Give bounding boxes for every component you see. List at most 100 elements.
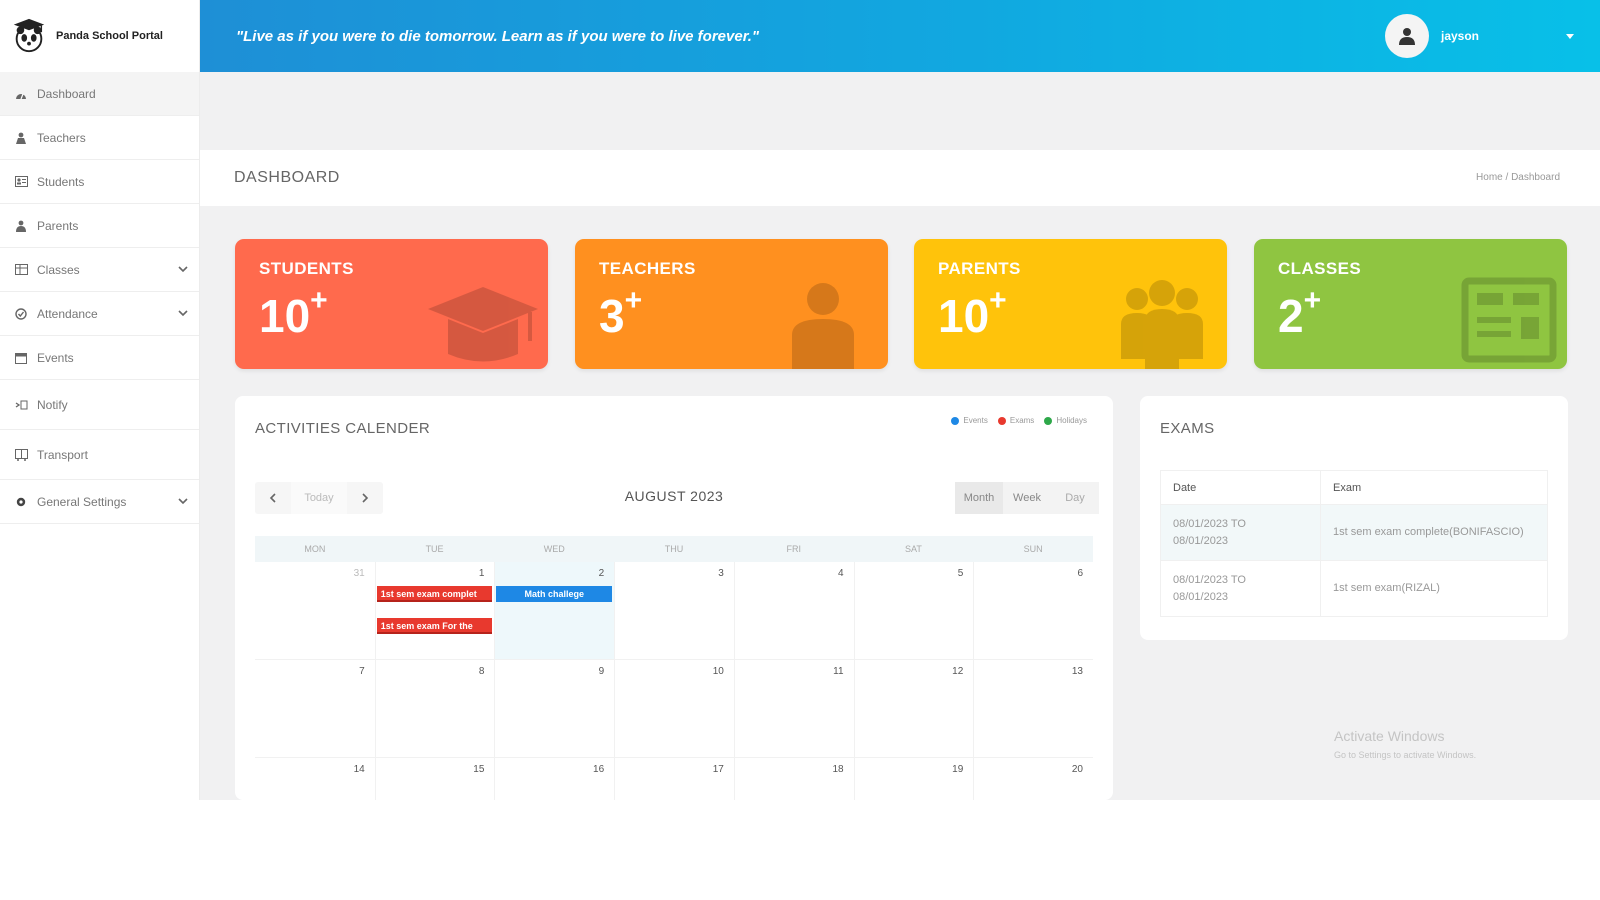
calendar-day-cell[interactable]: 5 bbox=[853, 562, 974, 659]
exam-event[interactable]: 1st sem exam complet bbox=[376, 586, 493, 602]
calendar-day-cell-today[interactable]: 2 bbox=[494, 562, 615, 659]
calendar-day-cell[interactable]: 10 bbox=[614, 660, 734, 757]
prev-month-button[interactable] bbox=[255, 482, 291, 514]
day-number: 8 bbox=[478, 666, 485, 677]
day-number: 15 bbox=[473, 764, 485, 775]
card-suffix: + bbox=[989, 283, 1007, 317]
card-count: 10 bbox=[938, 290, 990, 342]
sidebar-item-transport[interactable]: Transport bbox=[0, 430, 199, 480]
calendar-day-cell[interactable]: 14 bbox=[255, 758, 375, 800]
chevron-down-icon[interactable] bbox=[177, 495, 189, 507]
calendar-day-cell[interactable]: 9 bbox=[494, 660, 614, 757]
students-card[interactable]: STUDENTS 10+ bbox=[235, 239, 548, 369]
sidebar-item-students[interactable]: Students bbox=[0, 160, 199, 204]
calendar-week-row: 7 8 9 10 11 12 13 bbox=[255, 660, 1093, 758]
exam-name-cell: 1st sem exam complete(BONIFASCIO) bbox=[1320, 504, 1548, 561]
weekday-label: SAT bbox=[905, 544, 922, 554]
panda-logo-icon bbox=[13, 18, 45, 53]
chevron-down-icon[interactable] bbox=[177, 263, 189, 275]
sidebar-item-parents[interactable]: Parents bbox=[0, 204, 199, 248]
calendar-day-cell[interactable]: 11 bbox=[733, 660, 854, 757]
calendar-legend: Events Exams Holidays bbox=[951, 416, 1087, 425]
calendar-day-cell[interactable]: 13 bbox=[973, 660, 1093, 757]
day-number: 16 bbox=[593, 764, 605, 775]
table-row[interactable]: 08/01/2023 TO 08/01/2023 1st sem exam com… bbox=[1160, 504, 1548, 561]
card-label: STUDENTS bbox=[259, 259, 354, 278]
activities-calendar-panel: ACTIVITIES CALENDER Events Exams Holiday… bbox=[235, 396, 1113, 800]
dashboard-icon bbox=[14, 87, 28, 101]
legend-item: Holidays bbox=[1044, 416, 1087, 425]
calendar-title: ACTIVITIES CALENDER bbox=[255, 420, 431, 437]
calendar-day-cell[interactable]: 1 bbox=[374, 562, 495, 659]
weekday-label: WED bbox=[543, 544, 565, 554]
sidebar-item-general-settings[interactable]: General Settings bbox=[0, 480, 199, 524]
legend-dot bbox=[1044, 416, 1053, 425]
calendar-day-cell[interactable]: 16 bbox=[494, 758, 614, 800]
card-count: 2 bbox=[1278, 290, 1304, 342]
legend-label: Holidays bbox=[1056, 416, 1087, 425]
exam-date-from: 08/01/2023 TO bbox=[1173, 573, 1246, 586]
calendar-day-cell[interactable]: 6 bbox=[973, 562, 1093, 659]
exam-event[interactable]: 1st sem exam For the bbox=[376, 618, 493, 634]
weekday-label: THU bbox=[664, 544, 684, 554]
calendar-day-cell[interactable]: 3 bbox=[614, 562, 734, 659]
caret-down-icon[interactable] bbox=[1565, 32, 1575, 40]
sidebar-item-label: Dashboard bbox=[37, 86, 96, 101]
sidebar-item-teachers[interactable]: Teachers bbox=[0, 116, 199, 160]
sidebar-item-notify[interactable]: Notify bbox=[0, 380, 199, 430]
today-button[interactable]: Today bbox=[291, 482, 347, 514]
calendar-day-cell[interactable]: 17 bbox=[614, 758, 734, 800]
day-number: 6 bbox=[1077, 568, 1083, 579]
chevron-down-icon[interactable] bbox=[177, 307, 189, 319]
teachers-card[interactable]: TEACHERS 3+ bbox=[575, 239, 888, 369]
week-view-button[interactable]: Week bbox=[1003, 482, 1051, 514]
calendar-day-cell[interactable]: 19 bbox=[853, 758, 974, 800]
classes-card[interactable]: CLASSES 2+ bbox=[1254, 239, 1567, 369]
card-value: 3+ bbox=[599, 284, 642, 343]
calendar-day-cell[interactable]: 4 bbox=[733, 562, 854, 659]
watermark-title: Activate Windows bbox=[1334, 728, 1445, 744]
day-number: 7 bbox=[359, 666, 365, 677]
day-number: 18 bbox=[832, 764, 844, 775]
table-row[interactable]: 08/01/2023 TO 08/01/2023 1st sem exam(RIZ… bbox=[1160, 560, 1548, 617]
avatar[interactable] bbox=[1385, 14, 1429, 58]
sidebar-item-attendance[interactable]: Attendance bbox=[0, 292, 199, 336]
exam-date-cell: 08/01/2023 TO 08/01/2023 bbox=[1160, 504, 1321, 561]
sidebar-item-events[interactable]: Events bbox=[0, 336, 199, 380]
sidebar-item-label: Teachers bbox=[37, 130, 86, 145]
card-value: 10+ bbox=[259, 284, 328, 343]
legend-item: Events bbox=[951, 416, 988, 425]
calendar-grid: MON TUE WED THU FRI SAT SUN 31 1 2 3 4 5… bbox=[255, 536, 1093, 800]
calendar-day-cell[interactable]: 15 bbox=[374, 758, 495, 800]
motivational-quote: "Live as if you were to die tomorrow. Le… bbox=[236, 28, 759, 45]
sidebar-item-classes[interactable]: Classes bbox=[0, 248, 199, 292]
calendar-toolbar: AUGUST 2023 Today Month Week Day bbox=[255, 482, 1099, 514]
calendar-day-cell[interactable]: 31 bbox=[255, 562, 375, 659]
day-view-button[interactable]: Day bbox=[1051, 482, 1099, 514]
card-count: 3 bbox=[599, 290, 625, 342]
parents-card[interactable]: PARENTS 10+ bbox=[914, 239, 1227, 369]
user-name[interactable]: jayson bbox=[1441, 29, 1479, 43]
sidebar-item-label: Students bbox=[37, 174, 85, 189]
weekday-label: SUN bbox=[1023, 544, 1043, 554]
card-value: 2+ bbox=[1278, 284, 1321, 343]
calendar-day-cell[interactable]: 20 bbox=[973, 758, 1093, 800]
weekday-label: FRI bbox=[786, 544, 801, 554]
calendar-day-cell[interactable]: 12 bbox=[853, 660, 974, 757]
next-month-button[interactable] bbox=[347, 482, 383, 514]
day-number: 14 bbox=[353, 764, 365, 775]
calendar-day-cell[interactable]: 8 bbox=[374, 660, 495, 757]
user-icon bbox=[1399, 28, 1415, 45]
brand[interactable]: Panda School Portal bbox=[0, 0, 199, 72]
calendar-day-cell[interactable]: 7 bbox=[255, 660, 375, 757]
day-number: 9 bbox=[598, 666, 605, 677]
day-number: 4 bbox=[838, 568, 844, 579]
calendar-event[interactable]: Math challege bbox=[496, 586, 613, 602]
table-header-row: Date Exam bbox=[1160, 470, 1548, 505]
sidebar-item-dashboard[interactable]: Dashboard bbox=[0, 72, 199, 116]
breadcrumb-home-link[interactable]: Home bbox=[1476, 172, 1503, 183]
month-view-button[interactable]: Month bbox=[955, 482, 1003, 514]
day-number: 12 bbox=[952, 666, 964, 677]
calendar-day-cell[interactable]: 18 bbox=[733, 758, 854, 800]
group-icon bbox=[1121, 280, 1203, 369]
